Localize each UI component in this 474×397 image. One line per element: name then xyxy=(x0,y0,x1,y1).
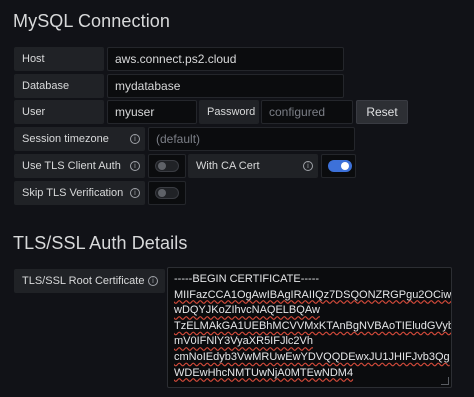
cert-line: MIIFazCCA1OgAwIBAgIRAIIQz7DSQONZRGPgu2OC… xyxy=(174,288,452,301)
host-input[interactable]: aws.connect.ps2.cloud xyxy=(107,47,344,71)
tls-client-auth-toggle-container xyxy=(148,154,186,178)
session-timezone-placeholder: (default) xyxy=(156,132,201,146)
info-circle-icon[interactable]: i xyxy=(148,276,158,286)
skip-tls-label-text: Skip TLS Verification xyxy=(22,187,124,199)
resize-grip-icon[interactable] xyxy=(441,377,449,385)
tls-client-auth-label: Use TLS Client Auth i xyxy=(14,154,145,178)
session-timezone-label: Session timezone i xyxy=(14,127,145,151)
info-circle-icon[interactable]: i xyxy=(130,161,140,171)
root-cert-label-text: TLS/SSL Root Certificate xyxy=(22,275,145,287)
info-circle-icon[interactable]: i xyxy=(303,161,313,171)
ca-cert-label-text: With CA Cert xyxy=(196,160,260,172)
ca-cert-toggle[interactable] xyxy=(328,160,352,172)
cert-line: wDQYJKoZIhvcNAQELBQAw xyxy=(174,304,320,317)
ca-cert-label: With CA Cert i xyxy=(188,154,318,178)
info-circle-icon[interactable]: i xyxy=(130,134,140,144)
section-title-tls: TLS/SSL Auth Details xyxy=(13,233,188,253)
reset-password-button[interactable]: Reset xyxy=(356,100,408,124)
user-label: User xyxy=(14,100,104,124)
cert-line: -----BEGIN CERTIFICATE----- xyxy=(174,273,320,285)
cert-line: WDEwHhcNMTUwNjA0MTEwNDM4 xyxy=(174,366,354,379)
ca-cert-toggle-container xyxy=(321,154,356,178)
tls-client-auth-label-text: Use TLS Client Auth xyxy=(22,160,121,172)
database-label: Database xyxy=(14,74,104,98)
host-label: Host xyxy=(14,47,104,71)
password-label: Password xyxy=(199,100,259,124)
cert-line: mV0IFNlY3VyaXR5IFJlc2Vh xyxy=(174,335,313,348)
root-cert-label: TLS/SSL Root Certificate i xyxy=(14,269,165,293)
toggle-knob xyxy=(341,162,349,170)
section-title-mysql: MySQL Connection xyxy=(13,11,171,31)
skip-tls-label: Skip TLS Verification i xyxy=(14,181,145,205)
password-placeholder: configured xyxy=(269,105,326,119)
user-input[interactable]: myuser xyxy=(107,100,197,124)
skip-tls-toggle-container xyxy=(148,181,186,205)
toggle-knob xyxy=(158,162,166,170)
skip-tls-toggle[interactable] xyxy=(155,187,179,199)
password-input[interactable]: configured xyxy=(261,100,353,124)
toggle-knob xyxy=(158,189,166,197)
info-circle-icon[interactable]: i xyxy=(130,188,140,198)
session-timezone-input[interactable]: (default) xyxy=(148,127,355,151)
cert-line: cmNoIEdyb3VwMRUwEwYDVQQDEwxJU1JHIFJvb3Qg xyxy=(174,350,450,363)
session-timezone-label-text: Session timezone xyxy=(22,133,109,145)
cert-line: TzELMAkGA1UEBhMCVVMxKTAnBgNVBAoTIEludGVy… xyxy=(174,319,452,332)
database-input[interactable]: mydatabase xyxy=(107,74,344,98)
root-cert-textarea[interactable]: -----BEGIN CERTIFICATE----- MIIFazCCA1Og… xyxy=(167,267,452,388)
tls-client-auth-toggle[interactable] xyxy=(155,160,179,172)
